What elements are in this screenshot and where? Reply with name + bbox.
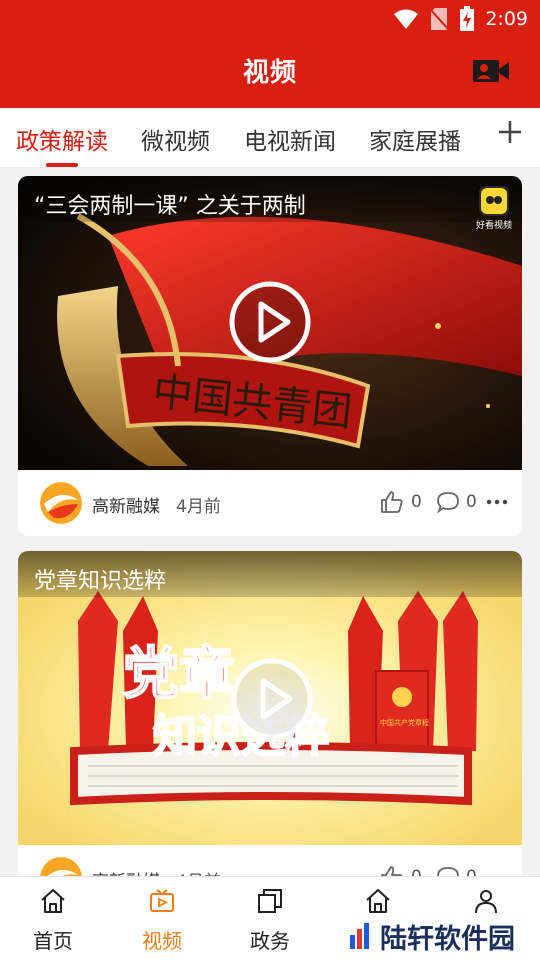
video-title: 党章知识选粹 — [18, 551, 522, 597]
nav-item-home-2[interactable] — [333, 887, 423, 915]
plus-icon[interactable] — [496, 118, 524, 146]
nav-item-government[interactable]: 政务 — [225, 887, 315, 954]
home-icon — [41, 889, 65, 913]
publish-time: 4月前 — [176, 497, 221, 517]
video-card[interactable]: 中国共产党章程 党章 知识选粹 党章知识选粹 高新融媒 4月前 0 0 — [18, 551, 522, 911]
svg-text:中国共青团: 中国共青团 — [150, 369, 354, 436]
nav-label-video: 视频 — [142, 929, 182, 953]
source-avatar[interactable] — [40, 482, 82, 524]
comment-icon[interactable] — [436, 490, 460, 514]
nav-label-home: 首页 — [33, 929, 73, 953]
nav-item-profile[interactable] — [441, 887, 531, 915]
status-time: 2:09 — [485, 8, 528, 30]
nav-item-video[interactable]: 视频 — [117, 887, 207, 954]
watermark-logo-icon — [350, 923, 369, 949]
nav-label-government: 政务 — [250, 929, 290, 953]
watermark: 陆轩软件园 — [348, 916, 523, 956]
tab-policy[interactable]: 政策解读 — [16, 122, 108, 156]
video-camera-icon[interactable] — [472, 58, 510, 84]
page-title: 视频 — [242, 58, 297, 88]
tab-tv-news[interactable]: 电视新闻 — [244, 122, 336, 156]
video-thumbnail[interactable]: 中国共青团 “三会两制一课” 之关于两制 好看视频 — [18, 176, 522, 470]
video-meta: 高新融媒 4月前 0 0 — [18, 470, 522, 536]
app-header: 2:09 视频 — [0, 0, 540, 108]
like-count: 0 — [411, 492, 422, 512]
tv-icon — [150, 889, 174, 912]
source-name[interactable]: 高新融媒 — [92, 492, 160, 517]
pages-icon — [258, 889, 282, 913]
thumbs-up-icon[interactable] — [380, 490, 404, 514]
nav-item-home[interactable]: 首页 — [8, 887, 98, 954]
emblem-calligraphy: 中国共青团 — [150, 369, 354, 436]
home-icon — [366, 889, 390, 913]
battery-charging-icon — [460, 6, 475, 31]
more-icon[interactable] — [486, 492, 508, 512]
haokan-logo-icon — [481, 188, 507, 214]
tab-family-show[interactable]: 家庭展播 — [369, 122, 461, 156]
video-card[interactable]: 中国共青团 “三会两制一课” 之关于两制 好看视频 高新融媒 4月前 0 0 — [18, 176, 522, 536]
svg-text:党章: 党章 — [123, 642, 235, 707]
haokan-badge: 好看视频 — [472, 186, 516, 231]
video-title: “三会两制一课” 之关于两制 — [18, 176, 522, 222]
no-sim-icon — [429, 8, 450, 30]
tab-micro-video[interactable]: 微视频 — [141, 122, 210, 156]
play-icon[interactable] — [228, 280, 312, 364]
comment-count: 0 — [466, 492, 477, 512]
wifi-icon — [394, 9, 419, 29]
user-icon — [475, 890, 497, 914]
active-tab-indicator — [46, 163, 78, 167]
category-tabs: 政策解读 微视频 电视新闻 家庭展播 — [0, 108, 540, 168]
status-bar: 2:09 — [0, 0, 540, 36]
play-icon[interactable] — [230, 657, 314, 741]
video-thumbnail[interactable]: 中国共产党章程 党章 知识选粹 党章知识选粹 — [18, 551, 522, 845]
